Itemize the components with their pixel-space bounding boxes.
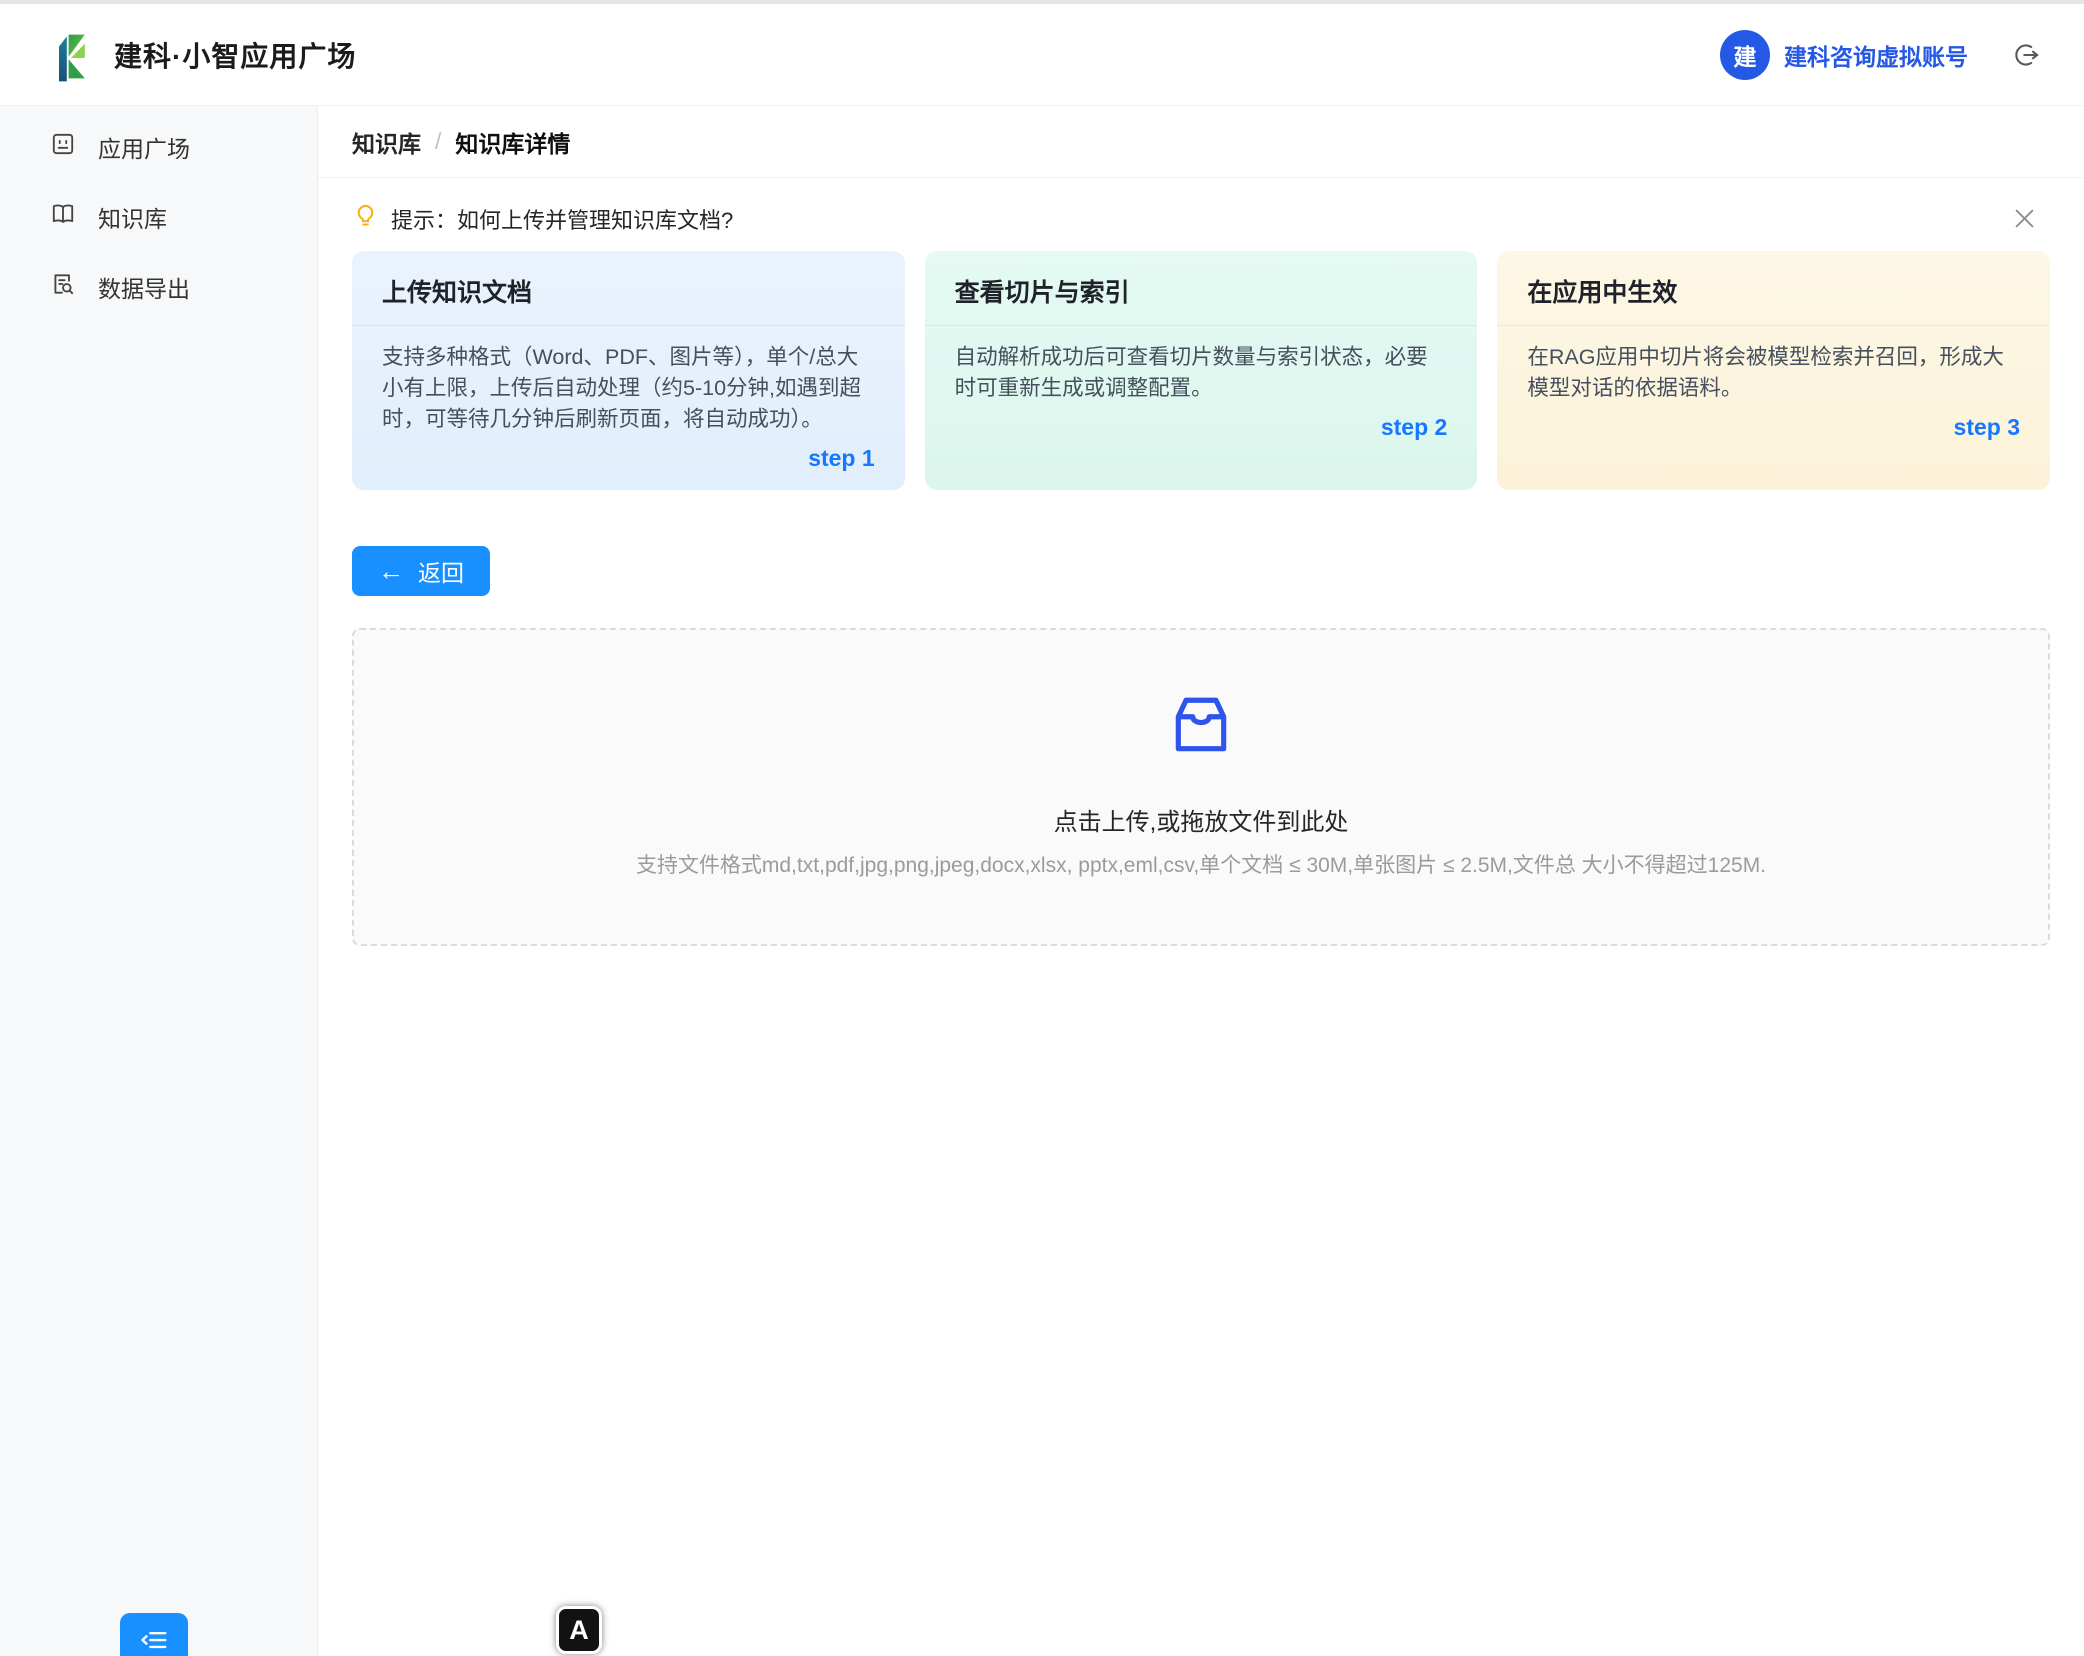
breadcrumb-separator: / bbox=[435, 128, 441, 155]
back-button-label: 返回 bbox=[418, 554, 464, 588]
sidebar-item-label: 知识库 bbox=[98, 200, 167, 234]
user-avatar[interactable]: 建 bbox=[1720, 30, 1770, 80]
card-body: 支持多种格式（Word、PDF、图片等），单个/总大小有上限，上传后自动处理（约… bbox=[352, 326, 905, 435]
breadcrumb-current: 知识库详情 bbox=[455, 125, 570, 159]
card-body: 在RAG应用中切片将会被模型检索并召回，形成大模型对话的依据语料。 bbox=[1497, 326, 2050, 404]
logout-icon[interactable] bbox=[2012, 41, 2040, 69]
back-button[interactable]: ← 返回 bbox=[352, 546, 490, 596]
sidebar: 应用广场 知识库 数据导出 bbox=[0, 106, 318, 1656]
inbox-icon bbox=[1168, 695, 1234, 760]
content-area: 知识库 / 知识库详情 提示：如何上传并管理知识库文档? bbox=[318, 106, 2084, 1656]
sidebar-item-knowledge-base[interactable]: 知识库 bbox=[0, 182, 317, 252]
main-layout: 应用广场 知识库 数据导出 bbox=[0, 106, 2084, 1656]
lightbulb-icon bbox=[352, 202, 391, 235]
card-title: 查看切片与索引 bbox=[925, 251, 1478, 326]
brand-logo-icon bbox=[44, 28, 98, 82]
step-badge: step 2 bbox=[925, 404, 1478, 459]
app-plaza-icon bbox=[50, 131, 98, 163]
step-badge: step 3 bbox=[1497, 404, 2050, 459]
sidebar-item-label: 应用广场 bbox=[98, 130, 190, 164]
tips-header-row: 提示：如何上传并管理知识库文档? bbox=[352, 202, 2050, 235]
close-icon[interactable] bbox=[2011, 205, 2050, 232]
upload-main-text: 点击上传,或拖放文件到此处 bbox=[1054, 802, 1349, 837]
step-cards: 上传知识文档 支持多种格式（Word、PDF、图片等），单个/总大小有上限，上传… bbox=[352, 251, 2050, 490]
accessibility-key-overlay[interactable]: A bbox=[556, 1606, 602, 1654]
card-title: 上传知识文档 bbox=[352, 251, 905, 326]
sidebar-item-data-export[interactable]: 数据导出 bbox=[0, 252, 317, 322]
card-body: 自动解析成功后可查看切片数量与索引状态，必要时可重新生成或调整配置。 bbox=[925, 326, 1478, 404]
upload-hint-text: 支持文件格式md,txt,pdf,jpg,png,jpeg,docx,xlsx,… bbox=[636, 849, 1766, 879]
step-card-upload: 上传知识文档 支持多种格式（Word、PDF、图片等），单个/总大小有上限，上传… bbox=[352, 251, 905, 490]
step-card-slices: 查看切片与索引 自动解析成功后可查看切片数量与索引状态，必要时可重新生成或调整配… bbox=[925, 251, 1478, 490]
tips-heading: 提示：如何上传并管理知识库文档? bbox=[391, 203, 733, 235]
sidebar-item-app-plaza[interactable]: 应用广场 bbox=[0, 112, 317, 182]
upload-dropzone[interactable]: 点击上传,或拖放文件到此处 支持文件格式md,txt,pdf,jpg,png,j… bbox=[352, 628, 2050, 946]
user-name[interactable]: 建科咨询虚拟账号 bbox=[1784, 38, 1968, 72]
app-title: 建科·小智应用广场 bbox=[114, 35, 356, 75]
step-card-apply: 在应用中生效 在RAG应用中切片将会被模型检索并召回，形成大模型对话的依据语料。… bbox=[1497, 251, 2050, 490]
header-right: 建 建科咨询虚拟账号 bbox=[1720, 30, 2040, 80]
knowledge-base-icon bbox=[50, 201, 98, 233]
breadcrumb: 知识库 / 知识库详情 bbox=[318, 106, 2084, 178]
data-export-icon bbox=[50, 271, 98, 303]
breadcrumb-parent-link[interactable]: 知识库 bbox=[352, 125, 421, 159]
card-title: 在应用中生效 bbox=[1497, 251, 2050, 326]
step-badge: step 1 bbox=[352, 435, 905, 490]
left-arrow-icon: ← bbox=[378, 558, 404, 584]
sidebar-item-label: 数据导出 bbox=[98, 270, 190, 304]
menu-fold-icon bbox=[139, 1625, 169, 1656]
tips-section: 提示：如何上传并管理知识库文档? 上传知识文档 支持多种格式（Word、PDF、… bbox=[318, 178, 2084, 490]
sidebar-collapse-button[interactable] bbox=[120, 1613, 188, 1656]
app-header: 建科·小智应用广场 建 建科咨询虚拟账号 bbox=[0, 4, 2084, 106]
